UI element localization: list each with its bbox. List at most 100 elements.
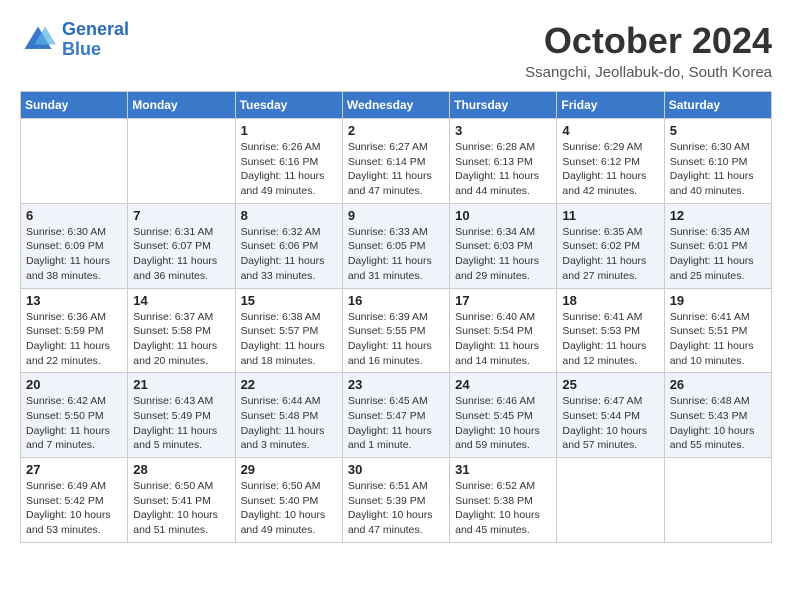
calendar-cell bbox=[128, 119, 235, 204]
month-title: October 2024 bbox=[525, 20, 772, 62]
day-info: Sunrise: 6:31 AMSunset: 6:07 PMDaylight:… bbox=[133, 225, 229, 284]
day-info: Sunrise: 6:48 AMSunset: 5:43 PMDaylight:… bbox=[670, 394, 766, 453]
weekday-header-monday: Monday bbox=[128, 92, 235, 119]
calendar-cell: 25Sunrise: 6:47 AMSunset: 5:44 PMDayligh… bbox=[557, 373, 664, 458]
day-number: 5 bbox=[670, 123, 766, 138]
day-info: Sunrise: 6:34 AMSunset: 6:03 PMDaylight:… bbox=[455, 225, 551, 284]
calendar-header-row: SundayMondayTuesdayWednesdayThursdayFrid… bbox=[21, 92, 772, 119]
calendar-cell: 24 Sunrise: 6:46 AMSunset: 5:45 PMDayligh… bbox=[450, 373, 557, 458]
day-info: Sunrise: 6:33 AMSunset: 6:05 PMDaylight:… bbox=[348, 225, 444, 284]
calendar-cell: 23 Sunrise: 6:45 AMSunset: 5:47 PMDayligh… bbox=[342, 373, 449, 458]
logo-icon bbox=[20, 22, 56, 58]
calendar-cell: 19Sunrise: 6:41 AMSunset: 5:51 PMDayligh… bbox=[664, 288, 771, 373]
day-info: Sunrise: 6:27 AMSunset: 6:14 PMDaylight:… bbox=[348, 140, 444, 199]
calendar-cell: 10 Sunrise: 6:34 AMSunset: 6:03 PMDayligh… bbox=[450, 203, 557, 288]
day-info: Sunrise: 6:43 AMSunset: 5:49 PMDaylight:… bbox=[133, 394, 229, 453]
day-info: Sunrise: 6:50 AMSunset: 5:41 PMDaylight:… bbox=[133, 479, 229, 538]
day-number: 1 bbox=[241, 123, 337, 138]
calendar-week-row: 6Sunrise: 6:30 AMSunset: 6:09 PMDaylight… bbox=[21, 203, 772, 288]
calendar-cell: 7 Sunrise: 6:31 AMSunset: 6:07 PMDaylight… bbox=[128, 203, 235, 288]
calendar-week-row: 27 Sunrise: 6:49 AMSunset: 5:42 PMDayligh… bbox=[21, 458, 772, 543]
day-info: Sunrise: 6:52 AMSunset: 5:38 PMDaylight:… bbox=[455, 479, 551, 538]
day-number: 29 bbox=[241, 462, 337, 477]
calendar-cell: 13 Sunrise: 6:36 AMSunset: 5:59 PMDayligh… bbox=[21, 288, 128, 373]
calendar-cell: 5 Sunrise: 6:30 AMSunset: 6:10 PMDaylight… bbox=[664, 119, 771, 204]
day-number: 27 bbox=[26, 462, 122, 477]
day-number: 25 bbox=[562, 377, 658, 392]
logo-text: General Blue bbox=[62, 20, 129, 60]
day-number: 7 bbox=[133, 208, 229, 223]
day-number: 22 bbox=[241, 377, 337, 392]
calendar-cell: 14 Sunrise: 6:37 AMSunset: 5:58 PMDayligh… bbox=[128, 288, 235, 373]
calendar-week-row: 13 Sunrise: 6:36 AMSunset: 5:59 PMDayligh… bbox=[21, 288, 772, 373]
title-block: October 2024 Ssangchi, Jeollabuk-do, Sou… bbox=[525, 20, 772, 81]
calendar-cell: 28 Sunrise: 6:50 AMSunset: 5:41 PMDayligh… bbox=[128, 458, 235, 543]
calendar-cell: 22 Sunrise: 6:44 AMSunset: 5:48 PMDayligh… bbox=[235, 373, 342, 458]
day-info: Sunrise: 6:38 AMSunset: 5:57 PMDaylight:… bbox=[241, 310, 337, 369]
day-info: Sunrise: 6:50 AMSunset: 5:40 PMDaylight:… bbox=[241, 479, 337, 538]
calendar-cell: 27 Sunrise: 6:49 AMSunset: 5:42 PMDayligh… bbox=[21, 458, 128, 543]
calendar-cell: 1 Sunrise: 6:26 AMSunset: 6:16 PMDaylight… bbox=[235, 119, 342, 204]
logo-general: General bbox=[62, 19, 129, 39]
calendar-cell: 15 Sunrise: 6:38 AMSunset: 5:57 PMDayligh… bbox=[235, 288, 342, 373]
calendar-cell: 12Sunrise: 6:35 AMSunset: 6:01 PMDayligh… bbox=[664, 203, 771, 288]
day-number: 9 bbox=[348, 208, 444, 223]
day-info: Sunrise: 6:41 AMSunset: 5:51 PMDaylight:… bbox=[670, 310, 766, 369]
day-info: Sunrise: 6:32 AMSunset: 6:06 PMDaylight:… bbox=[241, 225, 337, 284]
day-number: 11 bbox=[562, 208, 658, 223]
day-info: Sunrise: 6:37 AMSunset: 5:58 PMDaylight:… bbox=[133, 310, 229, 369]
day-number: 10 bbox=[455, 208, 551, 223]
day-info: Sunrise: 6:36 AMSunset: 5:59 PMDaylight:… bbox=[26, 310, 122, 369]
day-info: Sunrise: 6:41 AMSunset: 5:53 PMDaylight:… bbox=[562, 310, 658, 369]
day-info: Sunrise: 6:30 AMSunset: 6:10 PMDaylight:… bbox=[670, 140, 766, 199]
day-info: Sunrise: 6:35 AMSunset: 6:02 PMDaylight:… bbox=[562, 225, 658, 284]
calendar-cell: 3 Sunrise: 6:28 AMSunset: 6:13 PMDaylight… bbox=[450, 119, 557, 204]
weekday-header-tuesday: Tuesday bbox=[235, 92, 342, 119]
weekday-header-friday: Friday bbox=[557, 92, 664, 119]
day-info: Sunrise: 6:49 AMSunset: 5:42 PMDaylight:… bbox=[26, 479, 122, 538]
location-subtitle: Ssangchi, Jeollabuk-do, South Korea bbox=[525, 64, 772, 81]
calendar-cell: 17 Sunrise: 6:40 AMSunset: 5:54 PMDayligh… bbox=[450, 288, 557, 373]
day-info: Sunrise: 6:28 AMSunset: 6:13 PMDaylight:… bbox=[455, 140, 551, 199]
calendar-cell: 11 Sunrise: 6:35 AMSunset: 6:02 PMDayligh… bbox=[557, 203, 664, 288]
calendar-cell bbox=[557, 458, 664, 543]
day-number: 13 bbox=[26, 293, 122, 308]
day-info: Sunrise: 6:51 AMSunset: 5:39 PMDaylight:… bbox=[348, 479, 444, 538]
calendar-cell: 29 Sunrise: 6:50 AMSunset: 5:40 PMDayligh… bbox=[235, 458, 342, 543]
weekday-header-thursday: Thursday bbox=[450, 92, 557, 119]
day-info: Sunrise: 6:46 AMSunset: 5:45 PMDaylight:… bbox=[455, 394, 551, 453]
day-info: Sunrise: 6:40 AMSunset: 5:54 PMDaylight:… bbox=[455, 310, 551, 369]
day-info: Sunrise: 6:29 AMSunset: 6:12 PMDaylight:… bbox=[562, 140, 658, 199]
calendar-cell: 21Sunrise: 6:43 AMSunset: 5:49 PMDayligh… bbox=[128, 373, 235, 458]
calendar-cell: 18Sunrise: 6:41 AMSunset: 5:53 PMDayligh… bbox=[557, 288, 664, 373]
calendar-cell bbox=[664, 458, 771, 543]
calendar-cell: 26Sunrise: 6:48 AMSunset: 5:43 PMDayligh… bbox=[664, 373, 771, 458]
weekday-header-wednesday: Wednesday bbox=[342, 92, 449, 119]
calendar-cell: 30Sunrise: 6:51 AMSunset: 5:39 PMDayligh… bbox=[342, 458, 449, 543]
day-number: 12 bbox=[670, 208, 766, 223]
logo-blue: Blue bbox=[62, 39, 101, 59]
day-info: Sunrise: 6:45 AMSunset: 5:47 PMDaylight:… bbox=[348, 394, 444, 453]
day-info: Sunrise: 6:26 AMSunset: 6:16 PMDaylight:… bbox=[241, 140, 337, 199]
day-info: Sunrise: 6:42 AMSunset: 5:50 PMDaylight:… bbox=[26, 394, 122, 453]
day-info: Sunrise: 6:44 AMSunset: 5:48 PMDaylight:… bbox=[241, 394, 337, 453]
calendar-cell: 31 Sunrise: 6:52 AMSunset: 5:38 PMDayligh… bbox=[450, 458, 557, 543]
day-number: 20 bbox=[26, 377, 122, 392]
day-number: 4 bbox=[562, 123, 658, 138]
day-number: 17 bbox=[455, 293, 551, 308]
day-number: 31 bbox=[455, 462, 551, 477]
day-number: 23 bbox=[348, 377, 444, 392]
calendar-cell: 20 Sunrise: 6:42 AMSunset: 5:50 PMDayligh… bbox=[21, 373, 128, 458]
day-number: 28 bbox=[133, 462, 229, 477]
day-number: 15 bbox=[241, 293, 337, 308]
day-number: 14 bbox=[133, 293, 229, 308]
day-number: 2 bbox=[348, 123, 444, 138]
calendar-cell: 4 Sunrise: 6:29 AMSunset: 6:12 PMDaylight… bbox=[557, 119, 664, 204]
calendar-cell: 16 Sunrise: 6:39 AMSunset: 5:55 PMDayligh… bbox=[342, 288, 449, 373]
day-number: 16 bbox=[348, 293, 444, 308]
day-info: Sunrise: 6:30 AMSunset: 6:09 PMDaylight:… bbox=[26, 225, 122, 284]
calendar-cell: 9 Sunrise: 6:33 AMSunset: 6:05 PMDaylight… bbox=[342, 203, 449, 288]
day-number: 24 bbox=[455, 377, 551, 392]
day-info: Sunrise: 6:39 AMSunset: 5:55 PMDaylight:… bbox=[348, 310, 444, 369]
day-number: 3 bbox=[455, 123, 551, 138]
